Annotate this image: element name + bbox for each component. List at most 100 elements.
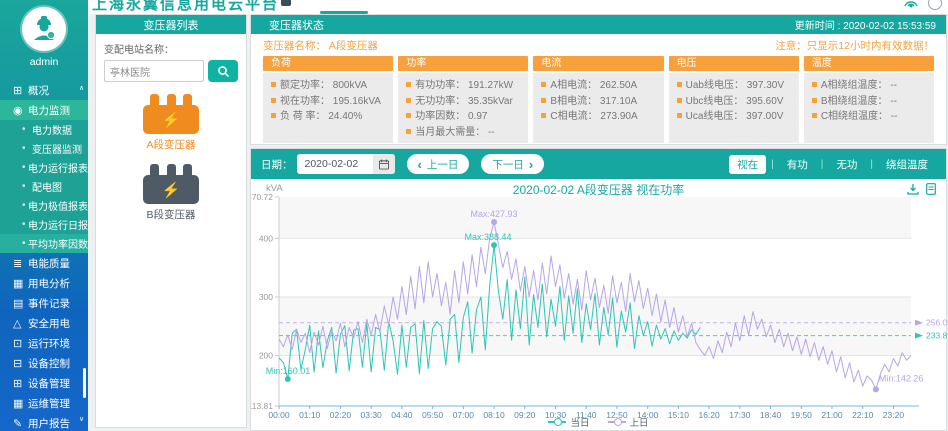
sidebar-item-device-control[interactable]: ⊟设备控制: [0, 353, 88, 373]
sidebar-item-avg-power-factor[interactable]: •平均功率因数: [0, 234, 88, 253]
mode-apparent[interactable]: 视在: [729, 155, 766, 174]
power-line-chart[interactable]: 113.81200300400470.7200:0001:1002:2003:3…: [251, 191, 948, 425]
date-label: 日期：: [261, 157, 293, 172]
bullet-icon: [677, 113, 682, 118]
power-monitoring-icon: ◉: [13, 104, 28, 117]
device-management-icon: ⊞: [13, 377, 28, 390]
card-item: C相电流： 273.90A: [541, 109, 663, 125]
lightning-bolt-icon: ⚡: [162, 181, 181, 199]
user-report-icon: ✎: [13, 417, 28, 430]
app-root: 上海永翼信息用电云平台 admin ⊞概况◉电力监测•电力数据•变压器监测: [0, 0, 948, 431]
sidebar-item-safe-power-use[interactable]: △安全用电: [0, 313, 88, 333]
bullet-icon: •: [22, 162, 28, 173]
chart-panel: 日期： 2020-02-02 ‹ 上一日 下一日 ›: [250, 148, 947, 431]
alarm-broadcast-icon[interactable]: [902, 0, 920, 9]
user-profile-icon[interactable]: [928, 0, 942, 10]
card-item: A相绕组温度： --: [812, 78, 934, 94]
card-title: 电流: [533, 56, 663, 71]
mode-separator: |: [870, 159, 873, 170]
sidebar-item-user-report[interactable]: ✎用户报告: [0, 413, 88, 431]
transformer-status-panel: 变压器状态 更新时间 : 2020-02-02 15:53:59 变压器名称： …: [250, 14, 947, 145]
card-title: 电压: [669, 56, 799, 71]
chart-legend: 当日 上日: [251, 415, 946, 429]
sidebar-item-power-extremes-report[interactable]: •电力极值报表: [0, 196, 88, 215]
card-title: 功率: [398, 56, 528, 71]
next-day-button[interactable]: 下一日 ›: [481, 154, 544, 174]
transformer-name: 变压器名称： A段变压器: [263, 38, 378, 53]
event-log-icon: ▤: [13, 297, 28, 310]
mode-active-power[interactable]: 有功: [779, 155, 816, 174]
sidebar-item-distribution-diagram[interactable]: •配电图: [0, 177, 88, 196]
mode-winding-temp[interactable]: 绕组温度: [878, 155, 936, 174]
bullet-icon: [406, 129, 411, 134]
legend-item-yesterday[interactable]: 上日: [608, 415, 649, 429]
search-icon: [217, 65, 230, 78]
status-cards: 负荷额定功率： 800kVA视在功率： 195.16kVA负 荷 率： 24.4…: [263, 56, 934, 143]
sidebar-item-label: 变压器监测: [32, 141, 82, 156]
avatar[interactable]: [22, 7, 66, 51]
sidebar-item-device-management[interactable]: ⊞设备管理: [0, 373, 88, 393]
scrollbar-thumb[interactable]: [83, 368, 86, 398]
svg-text:200: 200: [259, 351, 273, 361]
mode-reactive-power[interactable]: 无功: [828, 155, 865, 174]
power-quality-icon: ≣: [13, 257, 28, 270]
sidebar-scrollbar[interactable]: ∧ ∨: [79, 80, 88, 431]
nav-module-icon[interactable]: [281, 0, 291, 6]
svg-text:Max:427.93: Max:427.93: [471, 209, 518, 219]
card-item: Uab线电压： 397.30V: [677, 78, 799, 94]
sidebar-item-ops-management[interactable]: ▦运维管理: [0, 393, 88, 413]
lightning-bolt-icon: ⚡: [162, 111, 181, 129]
sidebar-item-label: 运行环境: [28, 336, 70, 351]
transformer-item-a[interactable]: ⚡A段变压器: [104, 94, 238, 152]
top-navbar: 上海永翼信息用电云平台: [0, 0, 948, 14]
calendar-icon: [379, 159, 389, 170]
transformer-icon: ⚡: [143, 94, 199, 134]
svg-text:Min:142.26: Min:142.26: [879, 373, 924, 383]
prev-day-button[interactable]: ‹ 上一日: [407, 154, 470, 174]
sidebar-item-label: 事件记录: [28, 296, 70, 311]
date-picker[interactable]: 2020-02-02: [297, 154, 395, 174]
transformer-item-b[interactable]: ⚡B段变压器: [104, 164, 238, 222]
bullet-icon: [812, 113, 817, 118]
card-item: Uca线电压： 397.00V: [677, 109, 799, 125]
bullet-icon: [406, 98, 411, 103]
sidebar-item-overview[interactable]: ⊞概况: [0, 80, 88, 100]
date-value[interactable]: 2020-02-02: [297, 158, 373, 170]
sidebar-item-power-daily-report[interactable]: •电力运行日报: [0, 215, 88, 234]
legend-marker-icon: [554, 418, 562, 426]
card-item: 负 荷 率： 24.40%: [271, 109, 393, 125]
legend-item-today[interactable]: 当日: [548, 415, 589, 429]
card-item: B相绕组温度： --: [812, 94, 934, 110]
chevron-right-icon: ›: [529, 158, 533, 171]
station-name-label: 变配电站名称：: [104, 41, 238, 56]
bullet-icon: [406, 82, 411, 87]
sidebar-item-label: 设备控制: [28, 356, 70, 371]
station-search-input[interactable]: [104, 60, 204, 82]
sidebar-item-power-data[interactable]: •电力数据: [0, 120, 88, 139]
operating-environment-icon: ⊡: [13, 337, 28, 350]
calendar-button[interactable]: [373, 154, 395, 174]
search-button[interactable]: [208, 60, 238, 82]
device-control-icon: ⊟: [13, 357, 28, 370]
sidebar-item-usage-analysis[interactable]: ▦用电分析: [0, 273, 88, 293]
sidebar-item-power-monitoring[interactable]: ◉电力监测: [0, 100, 88, 120]
transformer-icon: ⚡: [143, 164, 199, 204]
sidebar-item-power-run-report[interactable]: •电力运行报表: [0, 158, 88, 177]
sidebar-item-label: 电力数据: [32, 122, 72, 137]
sidebar-item-label: 用户报告: [28, 416, 70, 431]
bullet-icon: [677, 98, 682, 103]
scroll-up-icon[interactable]: ∧: [79, 84, 84, 92]
chart-body: kVA 2020-02-02 A段变压器 视在功率 113.8120030040…: [251, 179, 946, 431]
sidebar-item-power-quality[interactable]: ≣电能质量: [0, 253, 88, 273]
scroll-down-icon[interactable]: ∨: [79, 415, 84, 423]
data-validity-notice: 注意：只显示12小时内有效数据！: [775, 38, 934, 53]
bullet-icon: [812, 82, 817, 87]
sidebar-item-operating-environment[interactable]: ⊡运行环境: [0, 333, 88, 353]
bullet-icon: [541, 82, 546, 87]
status-card-功率: 功率有功功率： 191.27kW无功功率： 35.35kVar功率因数： 0.9…: [398, 56, 528, 143]
sidebar-item-event-log[interactable]: ▤事件记录: [0, 293, 88, 313]
sidebar-item-transformer-monitoring[interactable]: •变压器监测: [0, 139, 88, 158]
username: admin: [0, 56, 88, 68]
sidebar-menu: ⊞概况◉电力监测•电力数据•变压器监测•电力运行报表•配电图•电力极值报表•电力…: [0, 80, 88, 431]
bullet-icon: •: [22, 238, 28, 249]
